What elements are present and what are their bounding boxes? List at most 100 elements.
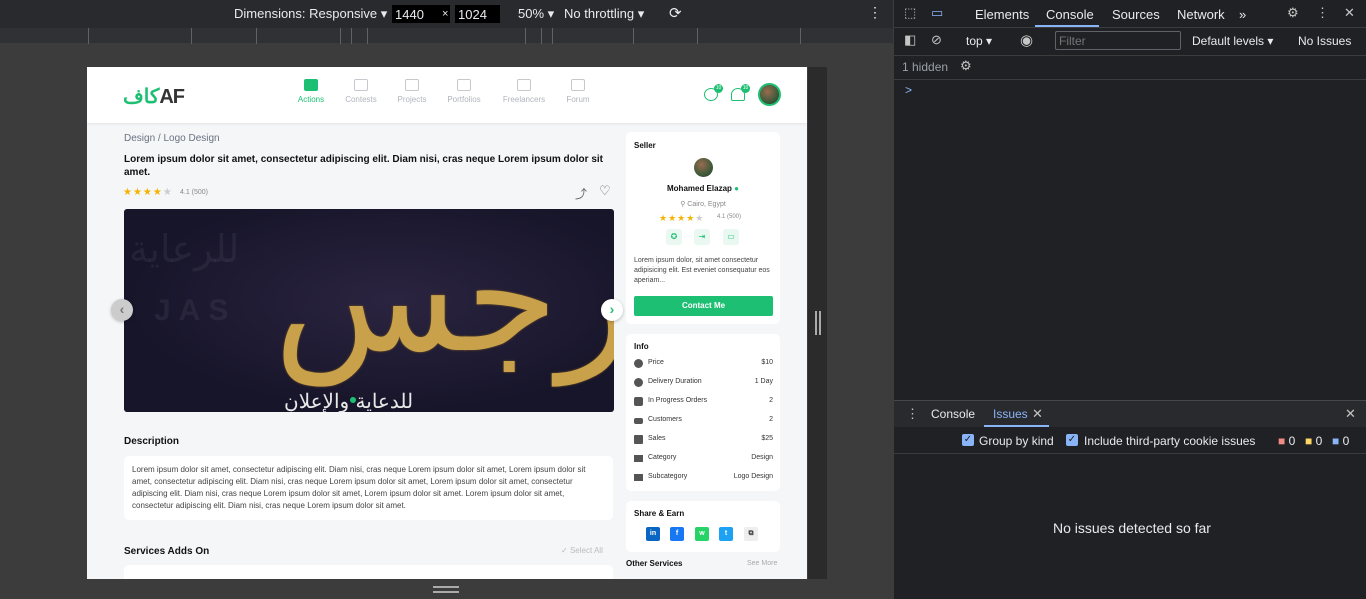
rotate-icon[interactable]: ⟳	[669, 4, 682, 22]
trophy-icon	[354, 79, 368, 91]
facebook-icon[interactable]: f	[670, 527, 684, 541]
percent-icon	[634, 435, 643, 444]
zoom-dropdown[interactable]: 50% ▾	[518, 6, 554, 22]
slider-dot[interactable]	[350, 397, 356, 403]
nav-portfolios[interactable]: Portfolios	[434, 79, 494, 104]
share-label: Share & Earn	[634, 509, 685, 518]
divider	[894, 453, 1366, 454]
close-drawer-icon[interactable]: ✕	[1345, 406, 1356, 422]
seller-location: ⚲ Cairo, Egypt	[680, 201, 726, 208]
copy-link-icon[interactable]: ⧉	[744, 527, 758, 541]
sidebar-toggle-icon[interactable]: ◧	[904, 32, 916, 48]
linkedin-icon[interactable]: in	[646, 527, 660, 541]
clock-icon	[634, 378, 643, 387]
whatsapp-icon[interactable]: w	[695, 527, 709, 541]
console-prompt[interactable]: >	[905, 83, 912, 97]
drawer-tab-issues[interactable]: Issues	[993, 407, 1028, 421]
badge-icon[interactable]: ✪	[666, 229, 682, 245]
rating-text: 4.1 (500)	[180, 189, 209, 196]
addons-heading: Services Adds On	[124, 546, 210, 557]
notifications-badge: 10	[741, 84, 750, 93]
height-input[interactable]	[455, 5, 500, 23]
see-more-link[interactable]: See More	[747, 560, 777, 567]
addons-card	[124, 565, 613, 579]
warning-count[interactable]: ■ 0	[1305, 434, 1322, 448]
settings-icon[interactable]: ⚙	[1287, 5, 1299, 21]
hero-subtitle: للدعاية والإعلان	[284, 389, 414, 412]
issues-status-button[interactable]: No Issues	[1298, 34, 1351, 48]
login-icon[interactable]: ⇥	[694, 229, 710, 245]
nav-projects[interactable]: Projects	[382, 79, 442, 104]
seller-name[interactable]: Mohamed Elazap ●	[626, 184, 780, 193]
device-toggle-icon[interactable]: ▭	[931, 5, 943, 21]
user-avatar[interactable]	[758, 83, 781, 106]
live-expression-icon[interactable]: ◉	[1020, 31, 1033, 49]
viewport-resizer[interactable]	[808, 67, 827, 579]
third-party-checkbox[interactable]: ✓	[1066, 434, 1078, 446]
log-levels-dropdown[interactable]: Default levels ▾	[1192, 34, 1273, 48]
tab-network[interactable]: Network	[1177, 7, 1225, 22]
seller-avatar[interactable]	[694, 158, 713, 177]
seller-card: Seller Mohamed Elazap ● ⚲ Cairo, Egypt ★…	[626, 132, 780, 324]
divider	[894, 27, 1366, 28]
console-filter-input[interactable]	[1055, 31, 1181, 50]
devtools-panel: ⬚ ▭ Elements Console Sources Network » ⚙…	[893, 0, 1366, 599]
share-icon[interactable]: ⤴	[575, 185, 587, 202]
divider	[894, 55, 1366, 56]
service-title: Lorem ipsum dolor sit amet, consectetur …	[124, 154, 603, 178]
info-row-progress: In Progress Orders 2	[634, 396, 773, 408]
drawer-menu-icon[interactable]: ⋮	[906, 406, 919, 422]
dimensions-dropdown[interactable]: Dimensions: Responsive ▾	[234, 6, 387, 22]
info-row-customers: Customers 2	[634, 415, 773, 427]
id-card-icon[interactable]: ▭	[723, 229, 739, 245]
site-logo[interactable]: كافAF	[123, 84, 185, 109]
heart-icon[interactable]: ♡	[599, 183, 611, 199]
inspect-element-icon[interactable]: ⬚	[904, 5, 916, 21]
service-image: للرعاية JAS البرجس للدعاية والإعلان	[124, 209, 614, 412]
group-by-kind-checkbox[interactable]: ✓	[962, 434, 974, 446]
tab-sources[interactable]: Sources	[1112, 7, 1160, 22]
share-card: Share & Earn in f w t ⧉	[626, 501, 780, 552]
nav-freelancers[interactable]: Freelancers	[494, 79, 554, 104]
throttling-dropdown[interactable]: No throttling ▾	[564, 6, 644, 22]
hero-calligraphy: البرجس	[274, 212, 614, 386]
twitter-icon[interactable]: t	[719, 527, 733, 541]
drawer-active-indicator	[984, 425, 1049, 427]
slider-next-button[interactable]: ›	[601, 299, 623, 321]
more-options-icon[interactable]: ⋮	[868, 4, 882, 21]
users-icon	[517, 79, 531, 91]
close-devtools-icon[interactable]: ✕	[1344, 5, 1355, 21]
tab-elements[interactable]: Elements	[975, 7, 1029, 22]
more-tabs-icon[interactable]: »	[1239, 7, 1246, 22]
messages-badge: 10	[714, 84, 723, 93]
breadcrumb[interactable]: Design / Logo Design	[124, 133, 220, 144]
verified-icon: ●	[734, 184, 739, 193]
clear-console-icon[interactable]: ⊘	[931, 32, 942, 48]
media-query-ruler	[0, 28, 893, 44]
nav-forum[interactable]: Forum	[548, 79, 608, 104]
tab-console[interactable]: Console	[1046, 7, 1094, 22]
device-toolbar: Dimensions: Responsive ▾ × 50% ▾ No thro…	[0, 0, 893, 28]
messages-icon[interactable]: 10	[704, 84, 723, 101]
devtools-menu-icon[interactable]: ⋮	[1316, 5, 1329, 21]
bottom-resize-handle-2[interactable]	[433, 591, 459, 593]
dollar-icon	[634, 359, 643, 368]
info-count[interactable]: ■ 0	[1332, 434, 1349, 448]
slider-prev-button[interactable]: ‹	[111, 299, 133, 321]
contact-me-button[interactable]: Contact Me	[634, 296, 773, 316]
seller-stars: ★★★★★	[659, 213, 705, 223]
notifications-icon[interactable]: 10	[731, 84, 750, 101]
drawer-tab-console[interactable]: Console	[931, 407, 975, 421]
image-icon	[457, 79, 471, 91]
seller-label: Seller	[634, 141, 656, 150]
list-icon	[634, 455, 643, 462]
context-selector[interactable]: top ▾	[966, 34, 992, 48]
error-count[interactable]: ■ 0	[1278, 434, 1295, 448]
close-issues-tab-icon[interactable]: ✕	[1032, 406, 1043, 422]
console-settings-icon[interactable]: ⚙	[960, 58, 972, 74]
info-row-delivery: Delivery Duration 1 Day	[634, 377, 773, 389]
chat-icon	[571, 79, 585, 91]
web-page: كافAF Actions Contests Projects Portfoli…	[87, 67, 807, 579]
bottom-resize-handle[interactable]	[433, 586, 459, 588]
select-all-button[interactable]: ✓ Select All	[561, 546, 603, 555]
